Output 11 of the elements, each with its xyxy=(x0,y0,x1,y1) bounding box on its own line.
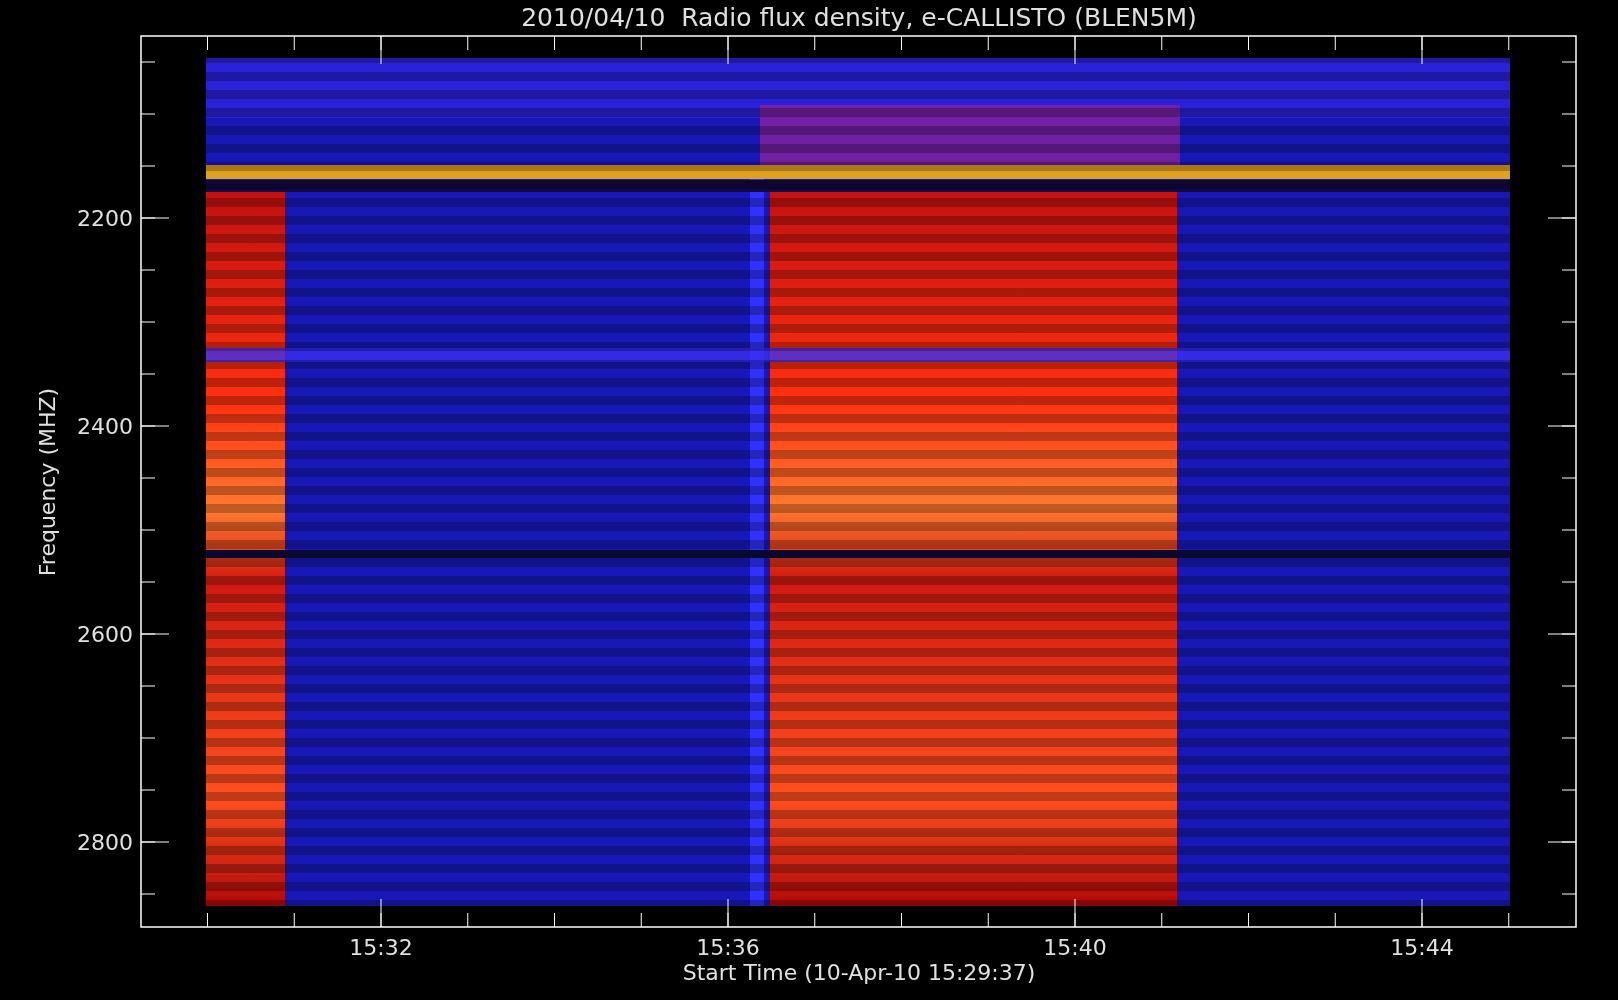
y-tick-label: 2600 xyxy=(77,622,133,647)
y-tick-label: 2200 xyxy=(77,206,133,231)
y-tick-label: 2800 xyxy=(77,830,133,855)
chart-title: 2010/04/10 Radio flux density, e-CALLISTO (BLEN5M) xyxy=(521,3,1197,32)
x-tick-label: 15:40 xyxy=(1043,935,1107,960)
x-tick-label: 15:44 xyxy=(1390,935,1454,960)
x-tick-label: 15:32 xyxy=(349,935,413,960)
x-axis-label: Start Time (10-Apr-10 15:29:37) xyxy=(682,960,1036,985)
y-axis-label: Frequency (MHZ) xyxy=(35,387,60,577)
y-tick-label: 2400 xyxy=(77,414,133,439)
x-tick-label: 15:36 xyxy=(696,935,760,960)
